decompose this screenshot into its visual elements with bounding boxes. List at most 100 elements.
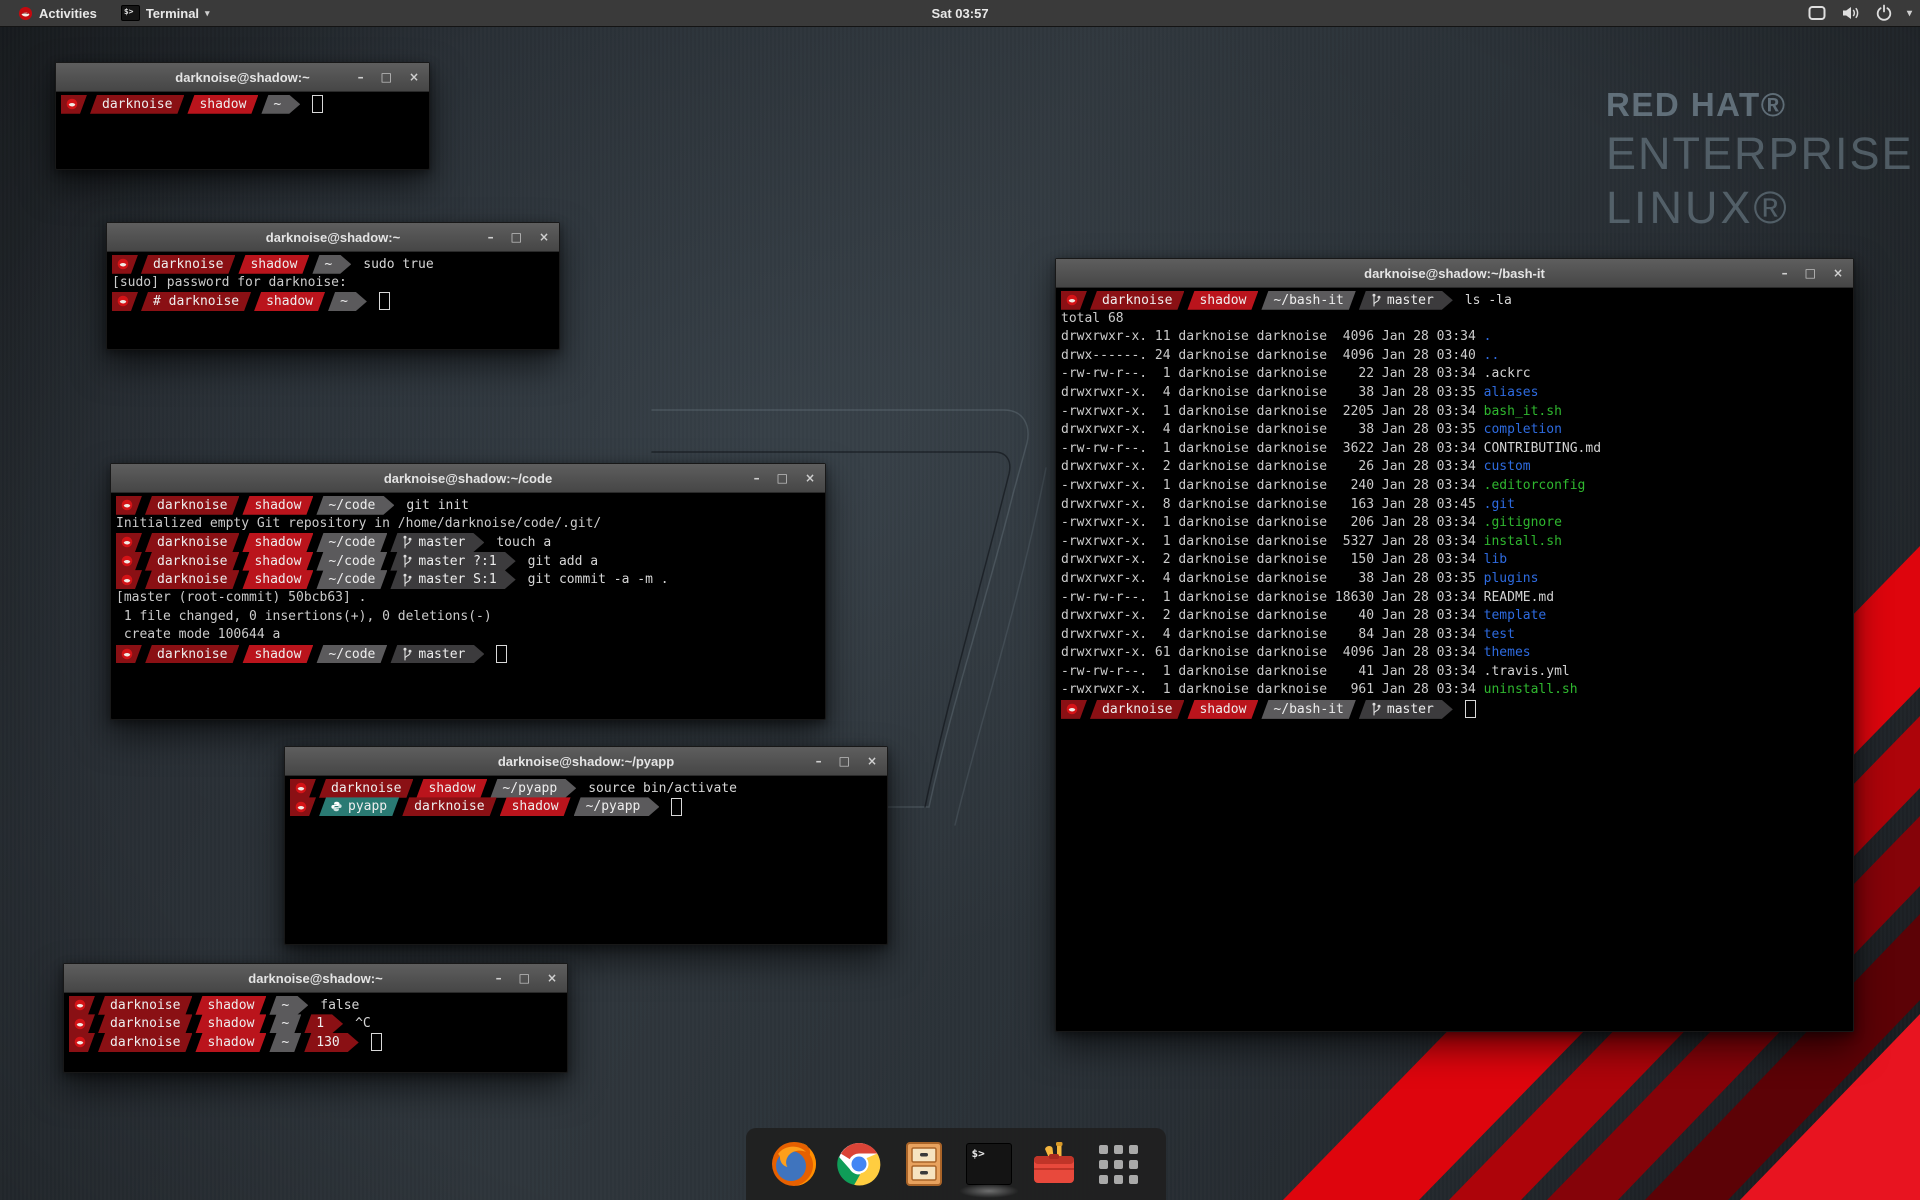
terminal-command-text: ^C bbox=[355, 1016, 371, 1031]
terminal-prompt-line: darknoiseshadow~ bbox=[61, 95, 427, 114]
ls-file-row: -rw-rw-r--. 1 darknoise darknoise 18630 … bbox=[1061, 589, 1851, 608]
window-titlebar[interactable]: darknoise@shadow:~ – □ × bbox=[64, 964, 567, 993]
terminal-command-text: false bbox=[320, 998, 359, 1013]
terminal-content[interactable]: darknoiseshadow~falsedarknoiseshadow~1^C… bbox=[64, 993, 567, 1052]
terminal-prompt-line: darknoiseshadow~/codemaster ?:1git add a bbox=[116, 552, 823, 571]
ls-file-name: CONTRIBUTING.md bbox=[1484, 441, 1601, 456]
redhat-icon bbox=[121, 648, 133, 660]
terminal-content[interactable]: darknoiseshadow~sudo true[sudo] password… bbox=[107, 252, 559, 311]
maximize-button[interactable]: □ bbox=[381, 71, 392, 83]
prompt-segment-git: master bbox=[1359, 700, 1453, 719]
prompt-segment-user: darknoise bbox=[145, 533, 239, 552]
brand-line-enterprise: ENTERPRISE bbox=[1606, 128, 1914, 180]
ls-file-row: drwx------. 24 darknoise darknoise 4096 … bbox=[1061, 347, 1851, 366]
terminal-prompt-line: darknoiseshadow~sudo true bbox=[112, 255, 557, 274]
prompt-segment-host: shadow bbox=[242, 496, 313, 515]
prompt-shell-icon-chip bbox=[116, 570, 142, 589]
ls-file-row: -rwxrwxr-x. 1 darknoise darknoise 206 Ja… bbox=[1061, 514, 1851, 533]
redhat-icon bbox=[1066, 703, 1078, 715]
minimize-button[interactable]: – bbox=[816, 755, 822, 767]
window-titlebar[interactable]: darknoise@shadow:~ – □ × bbox=[107, 223, 559, 252]
close-button[interactable]: × bbox=[867, 755, 877, 767]
window-titlebar[interactable]: darknoise@shadow:~/bash-it – □ × bbox=[1056, 259, 1853, 288]
prompt-segment-path: ~/pyapp bbox=[574, 797, 660, 816]
close-button[interactable]: × bbox=[539, 231, 549, 243]
git-branch-icon bbox=[402, 573, 412, 587]
clock[interactable]: Sat 03:57 bbox=[931, 0, 988, 26]
terminal-output-line: Initialized empty Git repository in /hom… bbox=[116, 515, 823, 534]
terminal-command-text: source bin/activate bbox=[588, 781, 737, 796]
chevron-down-icon[interactable]: ▾ bbox=[1907, 8, 1912, 19]
maximize-button[interactable]: □ bbox=[777, 472, 788, 484]
terminal-command-text: git init bbox=[406, 498, 469, 513]
desktop: RED HAT® ENTERPRISE LINUX® Activities $>… bbox=[0, 0, 1920, 1200]
minimize-button[interactable]: – bbox=[754, 472, 760, 484]
dock-app-grid[interactable] bbox=[1093, 1138, 1145, 1190]
terminal-prompt-line: darknoiseshadow~false bbox=[69, 996, 565, 1015]
close-button[interactable]: × bbox=[805, 472, 815, 484]
ls-file-row: drwxrwxr-x. 4 darknoise darknoise 38 Jan… bbox=[1061, 384, 1851, 403]
dock-terminal[interactable]: $> bbox=[963, 1138, 1015, 1190]
maximize-button[interactable]: □ bbox=[511, 231, 522, 243]
redhat-icon bbox=[18, 6, 33, 21]
window-titlebar[interactable]: darknoise@shadow:~ – □ × bbox=[56, 63, 429, 92]
dock-toolbox[interactable] bbox=[1028, 1138, 1080, 1190]
prompt-segment-path: ~/code bbox=[316, 645, 387, 664]
display-icon[interactable] bbox=[1807, 4, 1827, 22]
terminal-prompt-line: darknoiseshadow~/bash-itmaster bbox=[1061, 700, 1851, 719]
ls-file-row: drwxrwxr-x. 2 darknoise darknoise 40 Jan… bbox=[1061, 607, 1851, 626]
close-button[interactable]: × bbox=[547, 972, 557, 984]
minimize-button[interactable]: – bbox=[1782, 267, 1788, 279]
terminal-content[interactable]: darknoiseshadow~ bbox=[56, 92, 429, 114]
redhat-icon bbox=[117, 258, 129, 270]
terminal-content[interactable]: darknoiseshadow~/codegit initInitialized… bbox=[111, 493, 825, 663]
chevron-down-icon: ▾ bbox=[205, 8, 210, 19]
minimize-button[interactable]: – bbox=[496, 972, 502, 984]
terminal-prompt-line: darknoiseshadow~/codemastertouch a bbox=[116, 533, 823, 552]
minimize-button[interactable]: – bbox=[358, 71, 364, 83]
prompt-segment-user: darknoise bbox=[98, 1014, 192, 1033]
volume-icon[interactable] bbox=[1841, 5, 1861, 21]
dock-firefox[interactable] bbox=[768, 1138, 820, 1190]
window-titlebar[interactable]: darknoise@shadow:~/pyapp – □ × bbox=[285, 747, 887, 776]
prompt-shell-icon-chip bbox=[290, 797, 316, 816]
maximize-button[interactable]: □ bbox=[519, 972, 530, 984]
terminal-output-line: [sudo] password for darknoise: bbox=[112, 274, 557, 293]
prompt-segment-host: shadow bbox=[242, 645, 313, 664]
prompt-segment-host: shadow bbox=[500, 797, 571, 816]
activities-button[interactable]: Activities bbox=[10, 0, 105, 26]
prompt-segment-git: master bbox=[390, 533, 484, 552]
terminal-prompt-line: pyappdarknoiseshadow~/pyapp bbox=[290, 798, 885, 817]
prompt-segment-path: ~ bbox=[269, 996, 308, 1015]
dock-chrome[interactable] bbox=[833, 1138, 885, 1190]
terminal-cursor bbox=[312, 95, 323, 113]
power-icon[interactable] bbox=[1875, 4, 1893, 22]
ls-file-name: completion bbox=[1484, 422, 1562, 437]
prompt-shell-icon-chip bbox=[116, 496, 142, 515]
prompt-segment-host: shadow bbox=[242, 570, 313, 589]
minimize-button[interactable]: – bbox=[488, 231, 494, 243]
terminal-output-line: create mode 100644 a bbox=[116, 626, 823, 645]
window-titlebar[interactable]: darknoise@shadow:~/code – □ × bbox=[111, 464, 825, 493]
maximize-button[interactable]: □ bbox=[1805, 267, 1816, 279]
terminal-dock-icon: $> bbox=[966, 1143, 1012, 1185]
ls-file-row: drwxrwxr-x. 61 darknoise darknoise 4096 … bbox=[1061, 644, 1851, 663]
terminal-content[interactable]: darknoiseshadow~/pyappsource bin/activat… bbox=[285, 776, 887, 816]
maximize-button[interactable]: □ bbox=[839, 755, 850, 767]
app-menu-terminal[interactable]: $> Terminal ▾ bbox=[111, 0, 220, 26]
close-button[interactable]: × bbox=[409, 71, 419, 83]
window-title: darknoise@shadow:~ bbox=[248, 971, 382, 986]
redhat-icon bbox=[121, 536, 133, 548]
prompt-shell-icon-chip bbox=[69, 1014, 95, 1033]
redhat-icon bbox=[295, 782, 307, 794]
close-button[interactable]: × bbox=[1833, 267, 1843, 279]
terminal-content[interactable]: darknoiseshadow~/bash-itmasterls -latota… bbox=[1056, 288, 1853, 719]
terminal-window-home: darknoise@shadow:~ – □ × darknoiseshadow… bbox=[55, 62, 430, 170]
brand-line-redhat: RED HAT® bbox=[1606, 86, 1914, 124]
terminal-cursor bbox=[371, 1033, 382, 1051]
prompt-segment-host: shadow bbox=[416, 779, 487, 798]
dock-files[interactable] bbox=[898, 1138, 950, 1190]
prompt-shell-icon-chip bbox=[61, 95, 87, 114]
terminal-output-line: total 68 bbox=[1061, 310, 1851, 329]
terminal-prompt-line: darknoiseshadow~/codegit init bbox=[116, 496, 823, 515]
